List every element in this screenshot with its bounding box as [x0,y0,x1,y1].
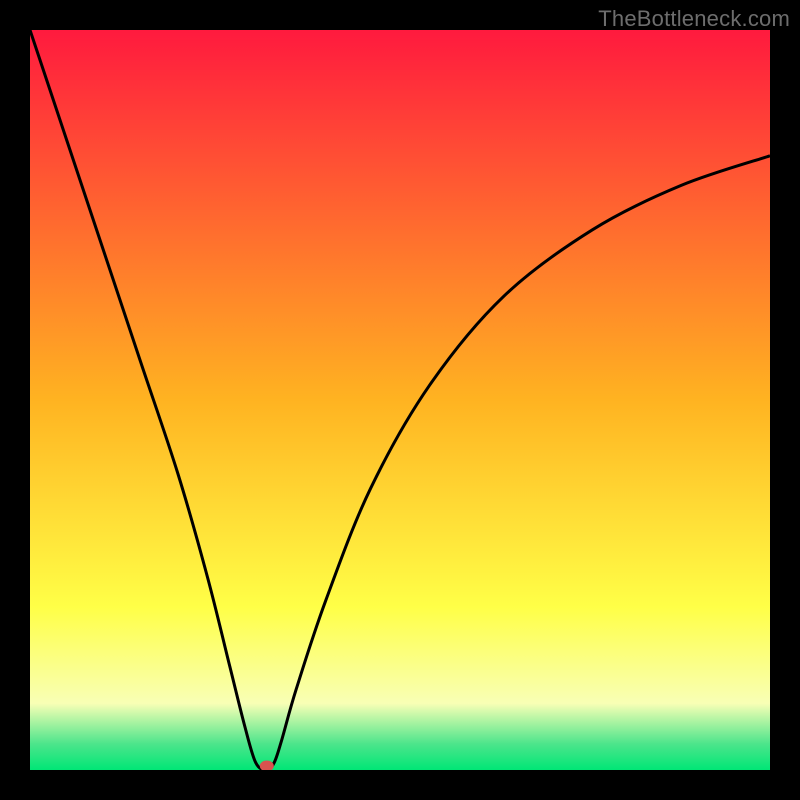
gradient-background [30,30,770,770]
chart-frame: TheBottleneck.com [0,0,800,800]
plot-area [30,30,770,770]
watermark-text: TheBottleneck.com [598,6,790,32]
bottleneck-chart [30,30,770,770]
